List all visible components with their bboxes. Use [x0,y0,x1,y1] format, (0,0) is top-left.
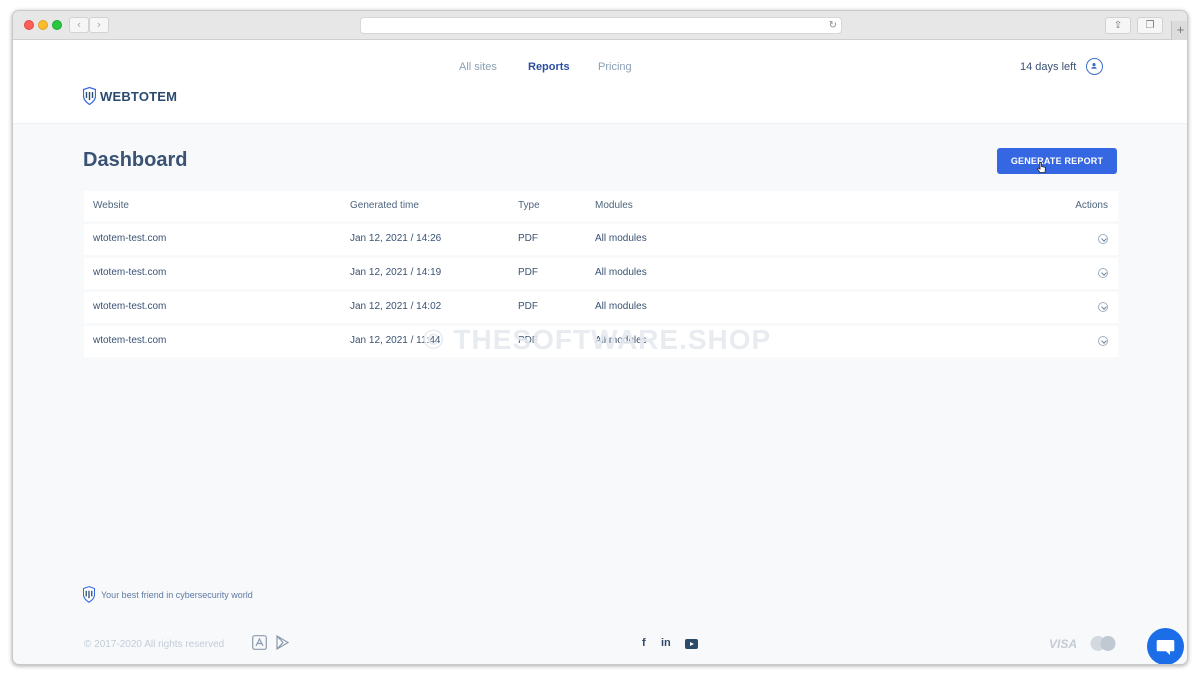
row-type: PDF [518,233,538,244]
table-row[interactable]: wtotem-test.com Jan 12, 2021 / 14:02 PDF… [84,292,1118,323]
chevron-down-icon[interactable] [1098,302,1108,312]
row-generated-time: Jan 12, 2021 / 14:19 [350,267,442,278]
minimize-window-button[interactable] [38,20,48,30]
app-store-icon[interactable] [252,635,267,650]
column-header-website: Website [93,200,129,211]
shield-logo-icon [83,87,96,105]
new-tab-icon[interactable]: + [1171,21,1187,40]
row-website: wtotem-test.com [93,233,167,244]
brand-name: WEBTOTEM [100,88,178,104]
row-modules: All modules [595,233,647,244]
copyright-text: © 2017-2020 All rights reserved [84,639,225,650]
column-header-generated-time: Generated time [350,200,419,211]
nav-all-sites[interactable]: All sites [459,61,497,73]
back-arrow-icon[interactable]: ‹ [69,17,89,33]
user-avatar-icon [1091,63,1097,69]
column-header-actions: Actions [1075,200,1108,211]
close-window-button[interactable] [24,20,34,30]
chat-button[interactable] [1147,628,1184,664]
pointer-cursor-icon [1037,162,1046,173]
linkedin-icon[interactable]: in [661,637,671,649]
row-website: wtotem-test.com [93,301,167,312]
row-generated-time: Jan 12, 2021 / 14:02 [350,301,442,312]
facebook-icon[interactable]: f [642,637,646,649]
chevron-down-icon[interactable] [1098,268,1108,278]
row-type: PDF [518,267,538,278]
chevron-down-icon[interactable] [1098,234,1108,244]
row-modules: All modules [595,301,647,312]
nav-reports[interactable]: Reports [528,61,570,73]
mastercard-logo-icon [1090,636,1116,651]
footer-tagline-text: Your best friend in cybersecurity world [101,589,253,600]
column-header-type: Type [518,200,540,211]
browser-window: ‹ › ↻ ⇪ ❐ + WEBTOTEM All sites Reports P… [12,10,1188,665]
shield-logo-icon [83,586,95,603]
share-icon[interactable]: ⇪ [1105,17,1131,34]
page-title: Dashboard [83,149,188,171]
row-type: PDF [518,301,538,312]
watermark: © THESOFTWARE.SHOP [423,324,772,355]
column-header-modules: Modules [595,200,633,211]
user-menu-button[interactable] [1086,58,1103,75]
visa-logo: VISA [1049,637,1078,651]
table-row[interactable]: wtotem-test.com Jan 12, 2021 / 14:19 PDF… [84,258,1118,289]
row-website: wtotem-test.com [93,267,167,278]
table-row[interactable]: wtotem-test.com Jan 12, 2021 / 14:26 PDF… [84,224,1118,255]
trial-days-left[interactable]: 14 days left [1020,61,1076,73]
nav-pricing[interactable]: Pricing [598,61,632,73]
row-website: wtotem-test.com [93,335,167,346]
forward-arrow-icon[interactable]: › [89,17,109,33]
chevron-down-icon[interactable] [1098,336,1108,346]
youtube-icon[interactable] [685,639,698,649]
footer-tagline: Your best friend in cybersecurity world [83,586,253,603]
row-generated-time: Jan 12, 2021 / 14:26 [350,233,442,244]
table-header: Website Generated time Type Modules Acti… [84,191,1118,221]
google-play-icon[interactable] [275,635,290,650]
zoom-window-button[interactable] [52,20,62,30]
chat-bubble-icon [1156,640,1175,655]
address-bar[interactable]: ↻ [360,17,842,34]
reload-icon[interactable]: ↻ [829,18,837,33]
app-header: WEBTOTEM [13,40,1187,124]
row-modules: All modules [595,267,647,278]
generate-report-button[interactable]: GENERATE REPORT [997,148,1117,174]
tab-overview-icon[interactable]: ❐ [1137,17,1163,34]
brand-logo[interactable]: WEBTOTEM [83,87,177,105]
browser-titlebar: ‹ › ↻ ⇪ ❐ + [13,11,1187,40]
